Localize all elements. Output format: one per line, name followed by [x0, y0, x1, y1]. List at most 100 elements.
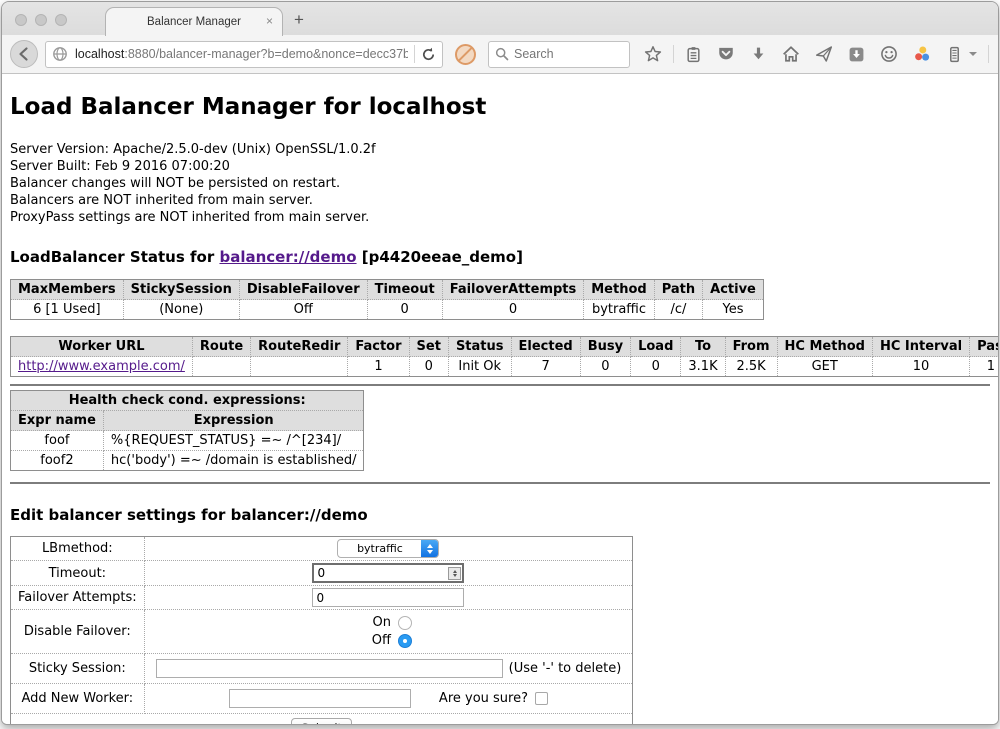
server-built-line: Server Built: Feb 9 2016 07:00:20: [10, 158, 990, 175]
submit-button[interactable]: Submit: [291, 718, 352, 725]
new-tab-button[interactable]: +: [294, 10, 304, 30]
edit-settings-heading: Edit balancer settings for balancer://de…: [10, 506, 990, 524]
radio-on[interactable]: [398, 616, 412, 630]
data-cell: 1 (0): [970, 357, 998, 377]
table-row: foof %{REQUEST_STATUS} =~ /^[234]/: [11, 431, 364, 451]
url-text[interactable]: localhost:8880/balancer-manager?b=demo&n…: [75, 47, 408, 61]
lbmethod-select[interactable]: bytraffic: [337, 539, 439, 558]
section-divider: [10, 384, 990, 386]
server-status-icon[interactable]: [946, 46, 963, 63]
radio-on-row: On: [365, 615, 412, 630]
select-stepper-icon: [421, 540, 438, 557]
back-button[interactable]: [10, 40, 38, 68]
form-row-add-worker: Add New Worker: Are you sure?: [11, 684, 633, 714]
header-cell: StickySession: [123, 280, 239, 300]
header-cell: FailoverAttempts: [442, 280, 584, 300]
data-cell: /c/: [654, 300, 702, 320]
health-check-table: Health check cond. expressions: Expr nam…: [10, 390, 364, 471]
pocket-icon[interactable]: [717, 45, 735, 63]
header-cell: Expr name: [11, 411, 104, 431]
table-header-row: MaxMembers StickySession DisableFailover…: [11, 280, 764, 300]
status-heading-prefix: LoadBalancer Status for: [10, 248, 219, 266]
data-cell: GET: [777, 357, 872, 377]
feedback-smiley-icon[interactable]: [880, 45, 898, 63]
form-row-lbmethod: LBmethod: bytraffic: [11, 537, 633, 561]
data-cell: 0: [409, 357, 448, 377]
failover-attempts-input[interactable]: [312, 588, 464, 607]
are-you-sure-checkbox[interactable]: [535, 692, 548, 705]
timeout-input-wrap: [312, 563, 464, 583]
balancer-status-table: MaxMembers StickySession DisableFailover…: [10, 279, 764, 320]
expr-name-cell: foof: [11, 431, 104, 451]
form-row-disable-failover: Disable Failover: On Off: [11, 610, 633, 654]
minimize-window-button[interactable]: [35, 14, 47, 26]
proxypass-note-line: ProxyPass settings are NOT inherited fro…: [10, 209, 990, 226]
section-divider: [10, 482, 990, 484]
table-row: foof2 hc('body') =~ /domain is establish…: [11, 451, 364, 471]
submit-cell: Submit: [11, 714, 633, 726]
bookmark-star-icon[interactable]: [644, 45, 662, 63]
form-row-failover-attempts: Failover Attempts:: [11, 586, 633, 610]
data-cell: bytraffic: [584, 300, 654, 320]
data-cell: [192, 357, 250, 377]
header-cell: Route: [192, 337, 250, 357]
send-plane-icon[interactable]: [815, 45, 833, 63]
header-cell: Elected: [511, 337, 580, 357]
header-cell: Set: [409, 337, 448, 357]
data-cell: 7: [511, 357, 580, 377]
zoom-window-button[interactable]: [55, 14, 67, 26]
number-spinner-icon[interactable]: [448, 567, 461, 580]
disable-failover-field-cell: On Off: [144, 610, 633, 654]
downloads-icon[interactable]: [750, 46, 767, 63]
sticky-session-input[interactable]: [156, 659, 503, 678]
failover-attempts-field-cell: [144, 586, 633, 610]
reload-icon[interactable]: [421, 47, 436, 62]
tab-balancer-manager[interactable]: Balancer Manager ×: [105, 7, 283, 36]
worker-url-link[interactable]: http://www.example.com/: [18, 359, 185, 374]
add-worker-field-cell: Are you sure?: [144, 684, 633, 714]
sticky-session-label: Sticky Session:: [11, 654, 145, 684]
server-version-line: Server Version: Apache/2.5.0-dev (Unix) …: [10, 141, 990, 158]
window-controls[interactable]: [15, 14, 67, 26]
toolbar-icons: [644, 44, 999, 64]
header-cell: Path: [654, 280, 702, 300]
data-cell: 0: [367, 300, 442, 320]
globe-icon: [52, 46, 68, 62]
bookmarks-menu-icon[interactable]: [685, 46, 702, 63]
data-cell: 3.1K: [681, 357, 725, 377]
table-title-row: Health check cond. expressions:: [11, 391, 364, 411]
header-cell: MaxMembers: [11, 280, 124, 300]
server-info: Server Version: Apache/2.5.0-dev (Unix) …: [10, 141, 990, 226]
header-cell: Load: [631, 337, 681, 357]
browser-window: Balancer Manager × + localhost:8880/bala…: [1, 1, 999, 725]
add-worker-label: Add New Worker:: [11, 684, 145, 714]
data-cell: Init Ok: [448, 357, 511, 377]
home-icon[interactable]: [782, 45, 800, 63]
search-bar[interactable]: [488, 41, 630, 68]
url-bar[interactable]: localhost:8880/balancer-manager?b=demo&n…: [45, 41, 443, 68]
header-cell: DisableFailover: [239, 280, 367, 300]
header-cell: HC Interval: [872, 337, 969, 357]
radio-on-label: On: [365, 615, 391, 630]
add-worker-input[interactable]: [229, 689, 411, 708]
timeout-input[interactable]: [314, 566, 448, 580]
extension-dots-icon[interactable]: [913, 45, 931, 63]
save-page-icon[interactable]: [848, 46, 865, 63]
table-header-row: Worker URL Route RouteRedir Factor Set S…: [11, 337, 999, 357]
radio-off-label: Off: [365, 633, 391, 648]
health-check-title: Health check cond. expressions:: [11, 391, 364, 411]
header-cell: RouteRedir: [251, 337, 348, 357]
tab-bar: Balancer Manager × +: [2, 2, 998, 35]
data-cell: 1: [348, 357, 409, 377]
tab-title: Balancer Manager: [147, 16, 241, 28]
content-blocked-icon[interactable]: [455, 44, 476, 65]
tab-close-icon[interactable]: ×: [266, 14, 273, 28]
url-path: :8880/balancer-manager?b=demo&nonce=decc…: [124, 47, 408, 61]
close-window-button[interactable]: [15, 14, 27, 26]
form-row-timeout: Timeout:: [11, 561, 633, 586]
search-input[interactable]: [514, 47, 614, 61]
radio-off[interactable]: [398, 634, 412, 648]
balancer-demo-link[interactable]: balancer://demo: [219, 248, 356, 266]
search-icon: [495, 47, 509, 61]
chevron-down-icon[interactable]: [969, 52, 977, 56]
